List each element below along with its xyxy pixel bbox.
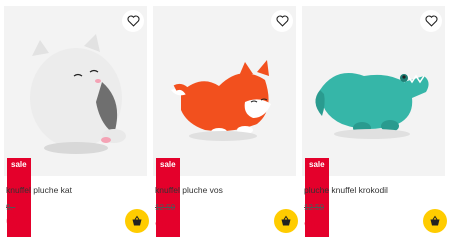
favorite-button[interactable] — [271, 10, 293, 32]
sale-price: 6.- — [6, 210, 31, 233]
add-to-cart-button[interactable] — [423, 209, 447, 233]
heart-icon — [425, 15, 437, 27]
product-card[interactable]: sale knuffel pluche kat 9.- 6.- — [4, 0, 152, 240]
cat-plush-image — [30, 34, 126, 154]
product-card[interactable]: sale pluche knuffel krokodil 12.50 8.- — [302, 0, 450, 240]
basket-icon — [281, 215, 291, 226]
product-image[interactable] — [302, 6, 445, 176]
product-grid: sale knuffel pluche kat 9.- 6.- sale knu… — [0, 0, 475, 240]
crocodile-plush-image — [315, 73, 429, 139]
sale-price: 8.- — [155, 210, 180, 233]
basket-icon — [430, 215, 440, 226]
favorite-button[interactable] — [122, 10, 144, 32]
product-name[interactable]: knuffel pluche kat — [6, 185, 72, 195]
sale-price: 8.- — [304, 210, 329, 233]
heart-icon — [127, 15, 139, 27]
product-image[interactable] — [4, 6, 147, 176]
heart-icon — [276, 15, 288, 27]
product-image[interactable] — [153, 6, 296, 176]
add-to-cart-button[interactable] — [274, 209, 298, 233]
fox-plush-image — [171, 60, 271, 141]
favorite-button[interactable] — [420, 10, 442, 32]
product-name[interactable]: knuffel pluche vos — [155, 185, 223, 195]
add-to-cart-button[interactable] — [125, 209, 149, 233]
basket-icon — [132, 215, 142, 226]
product-card[interactable]: sale knuffel pluche vos 12.50 8.- — [153, 0, 301, 240]
product-name[interactable]: pluche knuffel krokodil — [304, 185, 388, 195]
